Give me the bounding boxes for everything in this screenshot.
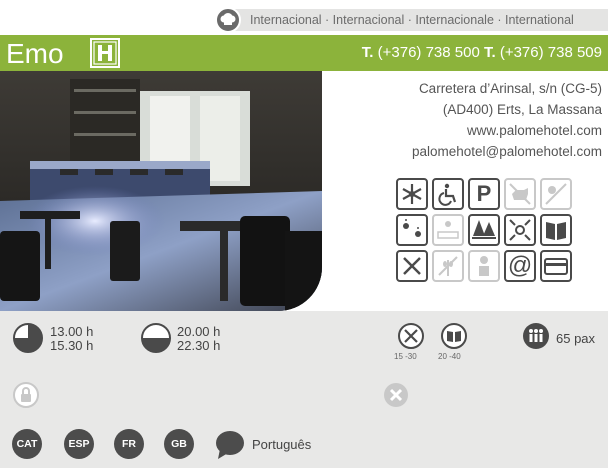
address-line-1: Carretera d’Arinsal, s/n (CG-5): [418, 81, 602, 96]
phone-1[interactable]: (+376) 738 500: [378, 44, 480, 61]
capacity-icon: [522, 322, 550, 355]
restaurant-photo: [0, 71, 322, 311]
outdoor-icon: [396, 214, 428, 246]
menu-price-range: 15 -30: [394, 352, 417, 361]
hotel-category-icon: [90, 38, 120, 68]
carte-price-icon: [440, 322, 468, 355]
phone-prefix: T.: [483, 44, 496, 61]
no-gluten-icon: [432, 250, 464, 282]
phone-2[interactable]: (+376) 738 509: [500, 44, 602, 61]
cutlery-icon: [396, 250, 428, 282]
lunch-clock-icon: [12, 322, 44, 359]
snowflake-icon: [396, 178, 428, 210]
dinner-clock-icon: [140, 322, 172, 359]
terrace-icon: [540, 178, 572, 210]
language-cat: CAT: [12, 429, 42, 459]
lock-icon: [12, 381, 40, 414]
chef-icon: [468, 250, 500, 282]
dinner-close: 22.30 h: [177, 338, 221, 353]
view-icon: [504, 214, 536, 246]
forest-icon: [468, 214, 500, 246]
chef-hat-icon: [215, 7, 241, 33]
carte-price-range: 20 -40: [438, 352, 461, 361]
language-gb: GB: [164, 429, 194, 459]
credit-card-icon: [540, 250, 572, 282]
no-pets-icon: [504, 178, 536, 210]
address-block: Carretera d’Arinsal, s/n (CG-5) (AD400) …: [412, 78, 602, 162]
language-fr: FR: [114, 429, 144, 459]
dinner-hours: 20.00 h 22.30 h: [177, 325, 220, 353]
lunch-hours: 13.00 h 15.30 h: [50, 325, 93, 353]
menu-book-icon: [540, 214, 572, 246]
email-link[interactable]: palomehotel@palomehotel.com: [412, 141, 602, 162]
phone-numbers: T. (+376) 738 500 T. (+376) 738 509: [362, 44, 602, 61]
wheelchair-icon: [432, 178, 464, 210]
dinner-open: 20.00 h: [177, 324, 221, 339]
cuisine-text: Internacional · Internacional · Internac…: [250, 13, 574, 27]
capacity-label: 65 pax: [556, 331, 596, 346]
lunch-close: 15.30 h: [50, 338, 94, 353]
at-icon: @: [504, 250, 536, 282]
parking-icon: P: [468, 178, 500, 210]
at-label: @: [507, 252, 533, 279]
lunch-open: 13.00 h: [50, 324, 94, 339]
parking-label: P: [476, 181, 492, 206]
menu-price-icon: [397, 322, 425, 355]
cuisine-strip: Internacional · Internacional · Internac…: [230, 9, 608, 31]
sauna-icon: [432, 214, 464, 246]
language-esp: ESP: [64, 429, 94, 459]
language-other: Português: [252, 437, 312, 452]
speech-bubble-icon: [214, 429, 246, 466]
address-line-2: (AD400) Erts, La Massana: [442, 102, 602, 117]
closed-icon: [382, 381, 410, 414]
website-link[interactable]: www.palomehotel.com: [412, 120, 602, 141]
hotel-name: Emo: [6, 38, 64, 69]
phone-prefix: T.: [361, 44, 374, 61]
